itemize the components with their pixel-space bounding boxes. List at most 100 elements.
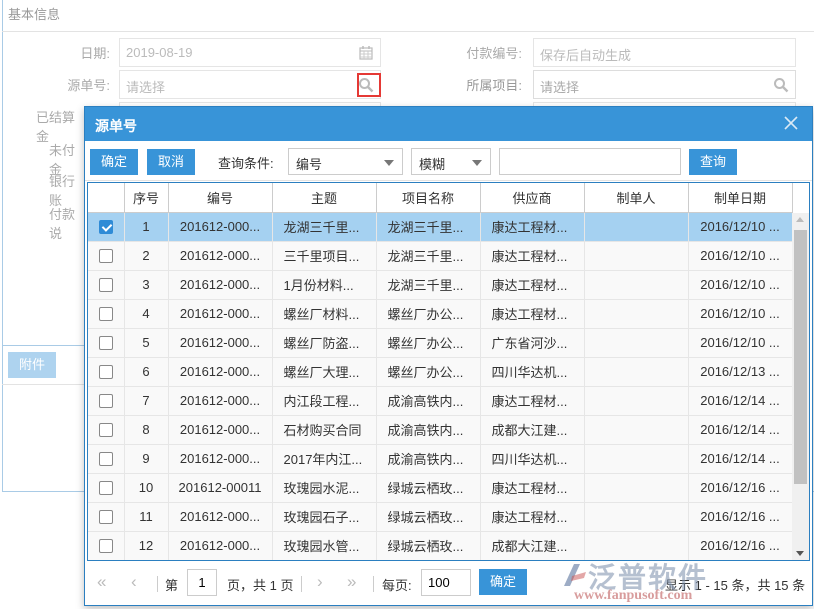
close-icon[interactable] [782, 114, 800, 132]
row-select-cell[interactable] [88, 502, 125, 532]
cell-supplier: 康达工程材... [480, 502, 585, 532]
query-button[interactable]: 查询 [689, 149, 737, 175]
cell-supplier: 康达工程材... [480, 299, 585, 329]
row-select-cell[interactable] [88, 386, 125, 416]
row-select-cell[interactable] [88, 473, 125, 503]
cell-supplier: 康达工程材... [480, 473, 585, 503]
divider [301, 576, 302, 592]
scroll-down-icon[interactable] [796, 551, 804, 556]
cell-project: 螺丝厂办公... [376, 299, 481, 329]
cell-creator [584, 328, 689, 358]
table-row[interactable]: 5 201612-000... 螺丝厂防盗... 螺丝厂办公... 广东省河沙... 20… [88, 328, 793, 358]
table-row[interactable]: 9 201612-000... 2017年内江... 成渝高铁内... 四川华达机...… [88, 444, 793, 474]
query-field-select[interactable]: 编号 [288, 148, 403, 175]
cell-code: 201612-000... [168, 241, 273, 271]
grid-header-row: 序号 编号 主题 项目名称 供应商 制单人 制单日期 [88, 183, 793, 213]
cell-creator [584, 357, 689, 387]
scrollbar-thumb[interactable] [794, 230, 807, 484]
cell-date: 2016/12/14 ... [688, 444, 793, 474]
table-row[interactable]: 4 201612-000... 螺丝厂材料... 螺丝厂办公... 康达工程材... 20… [88, 299, 793, 329]
checkbox[interactable] [98, 365, 113, 380]
divider [2, 31, 814, 32]
confirm-button[interactable]: 确定 [90, 149, 138, 175]
calendar-icon[interactable] [358, 45, 374, 61]
table-row[interactable]: 8 201612-000... 石材购买合同 成渝高铁内... 成都大江建... 2016… [88, 415, 793, 445]
cell-supplier: 康达工程材... [480, 212, 585, 242]
column-header-project[interactable]: 项目名称 [376, 183, 481, 213]
checkbox[interactable] [98, 307, 113, 322]
table-row[interactable]: 3 201612-000... 1月份材料... 龙湖三千里... 康达工程材... 20… [88, 270, 793, 300]
cell-supplier: 康达工程材... [480, 270, 585, 300]
cell-seq: 8 [124, 415, 169, 445]
section-title: 基本信息 [8, 7, 61, 22]
column-header-creator[interactable]: 制单人 [584, 183, 689, 213]
page-total-text: 页，共 1 页 [227, 578, 294, 593]
attachment-button[interactable]: 附件 [8, 352, 56, 378]
cell-project: 成渝高铁内... [376, 415, 481, 445]
row-select-cell[interactable] [88, 531, 125, 560]
table-row[interactable]: 11 201612-000... 玫瑰园石子... 绿城云栖玫... 康达工程材... 2… [88, 502, 793, 532]
cell-date: 2016/12/10 ... [688, 270, 793, 300]
next-page-icon[interactable]: › [317, 572, 323, 592]
table-row[interactable]: 10 201612-00011 玫瑰园水泥... 绿城云栖玫... 康达工程材... 20… [88, 473, 793, 503]
table-row[interactable]: 7 201612-000... 内江段工程... 成渝高铁内... 康达工程材... 20… [88, 386, 793, 416]
cell-code: 201612-000... [168, 212, 273, 242]
row-select-cell[interactable] [88, 212, 125, 242]
checkbox[interactable] [98, 394, 113, 409]
checkbox[interactable] [98, 510, 113, 525]
cell-seq: 1 [124, 212, 169, 242]
checkbox[interactable] [98, 539, 113, 554]
first-page-icon[interactable]: « [97, 572, 106, 592]
per-page-input[interactable] [421, 569, 471, 596]
row-select-cell[interactable] [88, 444, 125, 474]
cell-creator [584, 415, 689, 445]
column-header-subject[interactable]: 主题 [272, 183, 377, 213]
checkbox-checked[interactable] [98, 220, 113, 235]
source-doc-grid: 序号 编号 主题 项目名称 供应商 制单人 制单日期 1 201612-000..… [87, 182, 810, 561]
table-row[interactable]: 12 201612-000... 玫瑰园水管... 绿城云栖玫... 成都大江建... 2… [88, 531, 793, 560]
checkbox[interactable] [98, 249, 113, 264]
cell-creator [584, 502, 689, 532]
checkbox[interactable] [98, 278, 113, 293]
match-mode-select[interactable]: 模糊 [411, 148, 491, 175]
checkbox[interactable] [98, 481, 113, 496]
row-select-cell[interactable] [88, 357, 125, 387]
search-icon[interactable] [773, 77, 789, 93]
vertical-scrollbar[interactable] [792, 213, 809, 560]
prev-page-icon[interactable]: ‹ [131, 572, 137, 592]
query-input[interactable] [499, 148, 681, 175]
row-select-cell[interactable] [88, 270, 125, 300]
row-select-cell[interactable] [88, 299, 125, 329]
checkbox[interactable] [98, 423, 113, 438]
column-header-code[interactable]: 编号 [168, 183, 273, 213]
pager-confirm-button[interactable]: 确定 [479, 569, 527, 595]
scroll-up-icon[interactable] [796, 217, 804, 222]
date-field[interactable]: 2019-08-19 [119, 38, 381, 67]
payment-no-label: 付款编号: [466, 46, 522, 61]
grid-body: 1 201612-000... 龙湖三千里... 龙湖三千里... 康达工程材... 20… [88, 212, 793, 560]
cancel-button[interactable]: 取消 [147, 149, 195, 175]
checkbox[interactable] [98, 336, 113, 351]
column-header-date[interactable]: 制单日期 [688, 183, 793, 213]
table-row[interactable]: 2 201612-000... 三千里项目... 龙湖三千里... 康达工程材... 20… [88, 241, 793, 271]
column-header-seq[interactable]: 序号 [124, 183, 169, 213]
table-row[interactable]: 1 201612-000... 龙湖三千里... 龙湖三千里... 康达工程材... 20… [88, 212, 793, 242]
current-page-input[interactable] [187, 569, 217, 596]
column-header-supplier[interactable]: 供应商 [480, 183, 585, 213]
project-field[interactable]: 请选择 [533, 70, 796, 99]
cell-date: 2016/12/10 ... [688, 212, 793, 242]
checkbox[interactable] [98, 452, 113, 467]
row-select-cell[interactable] [88, 328, 125, 358]
row-select-cell[interactable] [88, 415, 125, 445]
source-no-field[interactable]: 请选择 [119, 70, 381, 99]
cell-code: 201612-000... [168, 299, 273, 329]
row-select-cell[interactable] [88, 241, 125, 271]
payment-no-field: 保存后自动生成 [533, 38, 796, 67]
divider [373, 576, 374, 592]
cell-code: 201612-000... [168, 270, 273, 300]
cell-seq: 3 [124, 270, 169, 300]
record-summary: 显示 1 - 15 条，共 15 条 [665, 578, 806, 593]
cell-subject: 内江段工程... [272, 386, 377, 416]
last-page-icon[interactable]: » [347, 572, 356, 592]
table-row[interactable]: 6 201612-000... 螺丝厂大理... 螺丝厂办公... 四川华达机... 20… [88, 357, 793, 387]
